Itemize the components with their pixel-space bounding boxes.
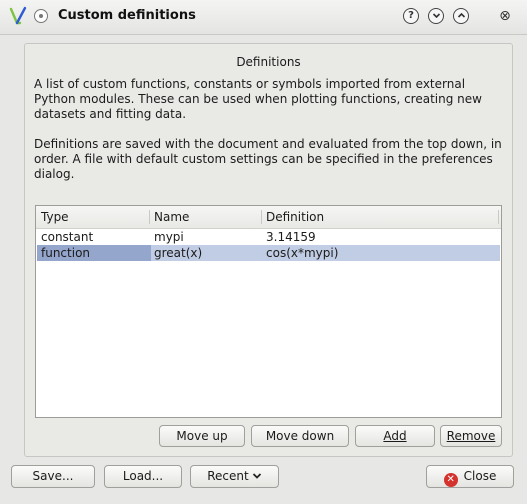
description-line-6: dialog. (34, 167, 75, 181)
load-button[interactable]: Load... (104, 465, 182, 488)
table-header: Type Name Definition (36, 206, 501, 229)
app-logo-icon (9, 6, 27, 25)
cell-type[interactable]: function (41, 246, 90, 260)
maximize-icon[interactable] (453, 8, 469, 24)
save-button[interactable]: Save... (11, 465, 95, 488)
recent-button[interactable]: Recent (190, 465, 279, 488)
window-menu-icon[interactable] (34, 9, 48, 23)
column-header-type[interactable]: Type (41, 210, 69, 224)
column-header-definition[interactable]: Definition (266, 210, 324, 224)
description-line-2: Python modules. These can be used when p… (34, 92, 482, 106)
chevron-down-icon (252, 473, 261, 479)
description-line-5: order. A file with default custom settin… (34, 152, 493, 166)
remove-button-label: Remove (446, 429, 496, 443)
table-row-selected[interactable]: function great(x) cos(x*mypi) (37, 245, 500, 261)
window-title: Custom definitions (58, 8, 196, 23)
help-icon[interactable]: ? (403, 8, 419, 24)
definitions-group: Definitions A list of custom functions, … (24, 43, 513, 457)
close-circle-icon: ✕ (443, 473, 458, 487)
column-divider[interactable] (498, 210, 499, 224)
remove-button[interactable]: Remove (440, 425, 502, 447)
group-title: Definitions (236, 55, 301, 69)
cell-definition[interactable]: 3.14159 (266, 230, 316, 244)
cell-definition[interactable]: cos(x*mypi) (266, 246, 338, 260)
description-line-4: Definitions are saved with the document … (34, 137, 502, 151)
description-line-3: datasets and fitting data. (34, 107, 187, 121)
move-up-button[interactable]: Move up (159, 425, 245, 447)
description-line-1: A list of custom functions, constants or… (34, 77, 466, 91)
column-header-name[interactable]: Name (154, 210, 189, 224)
move-down-button[interactable]: Move down (251, 425, 349, 447)
close-button-label: Close (463, 469, 497, 483)
title-bar: Custom definitions ? ⊗ (0, 0, 527, 35)
definitions-table[interactable]: Type Name Definition constant mypi 3.141… (35, 205, 502, 418)
add-button-label: Add (383, 429, 407, 443)
close-button[interactable]: ✕ Close (426, 465, 514, 488)
close-window-icon[interactable]: ⊗ (496, 7, 514, 25)
column-divider[interactable] (261, 210, 262, 224)
cell-name[interactable]: mypi (154, 230, 184, 244)
add-button[interactable]: Add (355, 425, 435, 447)
cell-type[interactable]: constant (41, 230, 93, 244)
table-row[interactable]: constant mypi 3.14159 (37, 229, 500, 245)
minimize-icon[interactable] (428, 8, 444, 24)
recent-button-label: Recent (207, 469, 249, 483)
cell-name[interactable]: great(x) (154, 246, 202, 260)
column-divider[interactable] (149, 210, 150, 224)
